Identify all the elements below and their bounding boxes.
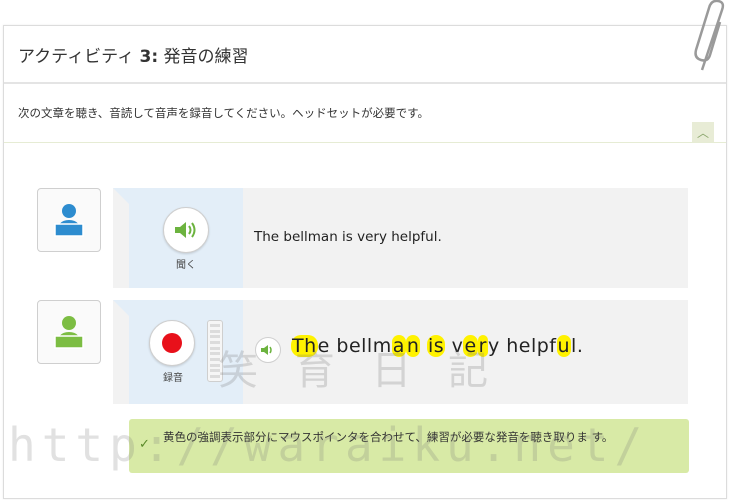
user-laptop-icon-blue xyxy=(54,204,84,237)
watermark-kanji: 笑 育 日 記 xyxy=(218,348,501,394)
listen-label: 聞く xyxy=(176,260,196,271)
record-dot-icon xyxy=(162,333,182,353)
listen-button[interactable] xyxy=(163,207,209,253)
card-header: アクティビティ 3: 発音の練習 xyxy=(4,26,726,84)
chevron-up-icon: ︿ xyxy=(696,125,709,140)
avatar-speaker xyxy=(37,300,101,364)
page-title: アクティビティ 3: 発音の練習 xyxy=(18,46,249,67)
instructions-text: 次の文章を聴き、音読して音声を録音してください。ヘッドセットが必要です。 xyxy=(4,84,726,143)
watermark-url: http://waraiku.net/ xyxy=(8,418,649,472)
user-laptop-icon-green xyxy=(54,316,84,349)
listen-sentence: The bellman is very helpful. xyxy=(254,229,442,245)
record-button[interactable] xyxy=(149,320,195,366)
collapse-button[interactable]: ︿ xyxy=(692,122,714,142)
record-label: 録音 xyxy=(163,373,183,384)
avatar-listener xyxy=(37,188,101,252)
speaker-icon xyxy=(175,222,196,238)
listen-row: 聞く The bellman is very helpful. xyxy=(113,188,688,288)
highlight-segment[interactable]: u xyxy=(556,335,572,357)
paperclip-icon xyxy=(694,0,725,71)
text-segment: l. xyxy=(571,335,584,357)
